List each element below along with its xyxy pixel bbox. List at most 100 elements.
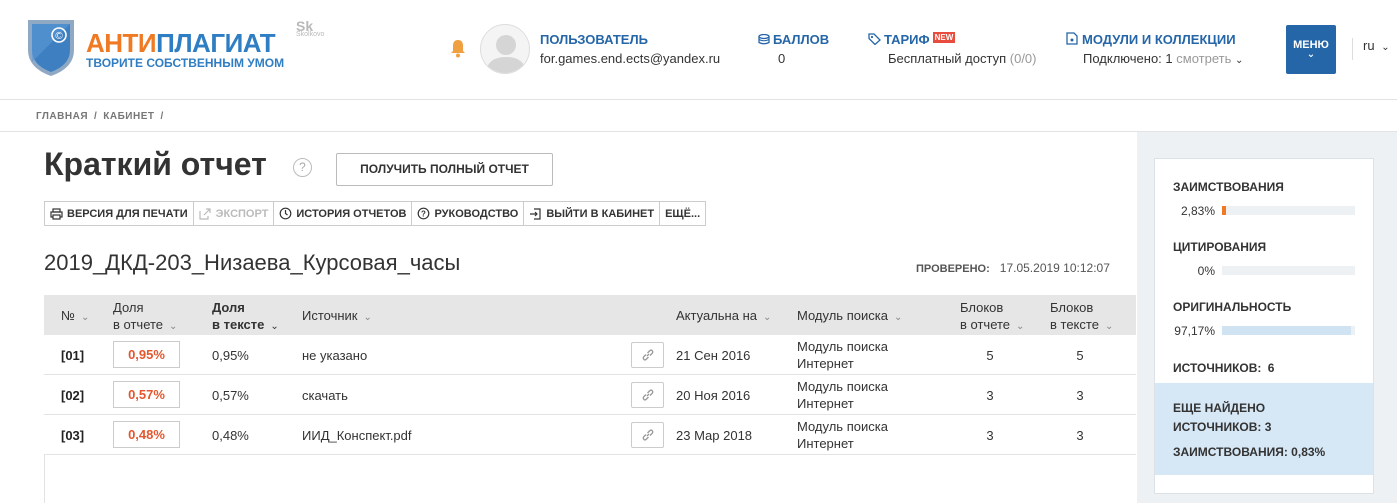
- bell-icon[interactable]: [450, 38, 466, 58]
- menu-button[interactable]: МЕНЮ ⌄: [1286, 25, 1336, 74]
- citing-percent: 0%: [1197, 264, 1215, 278]
- chevron-down-icon: ⌄: [80, 312, 90, 323]
- breadcrumb-home[interactable]: ГЛАВНАЯ: [36, 111, 88, 122]
- col-module-header[interactable]: Модуль поиска ⌄: [797, 307, 902, 326]
- citing-label: ЦИТИРОВАНИЯ: [1173, 240, 1267, 254]
- get-full-report-button[interactable]: ПОЛУЧИТЬ ПОЛНЫЙ ОТЧЕТ: [336, 153, 553, 186]
- user-label[interactable]: ПОЛЬЗОВАТЕЛЬ: [540, 32, 648, 47]
- col-actual-label: Актуальна на: [676, 308, 757, 323]
- sign-in-icon: [530, 207, 541, 220]
- modules-connected: Подключено: 1: [1083, 51, 1173, 66]
- row-date: 23 Мар 2018: [676, 428, 753, 443]
- balls-label-text: БАЛЛОВ: [773, 32, 830, 47]
- row-module: Модуль поиска Интернет: [797, 419, 888, 451]
- tarif-label[interactable]: ТАРИФ NEW: [868, 32, 956, 47]
- breadcrumb-separator: /: [160, 111, 164, 122]
- originality-bar-fill: [1222, 326, 1352, 335]
- row-source[interactable]: не указано: [302, 348, 367, 363]
- tag-icon: [868, 33, 881, 46]
- help-icon[interactable]: ?: [293, 158, 312, 177]
- row-source[interactable]: ИИД_Конспект.pdf: [302, 428, 412, 443]
- row-share-text: 0,48%: [212, 428, 249, 443]
- language-select[interactable]: ru ⌄: [1352, 38, 1390, 60]
- row-share-text: 0,57%: [212, 388, 249, 403]
- row-blocks-report: 5: [986, 348, 994, 363]
- exit-cabinet-button[interactable]: ВЫЙТИ В КАБИНЕТ: [524, 202, 661, 225]
- modules-value: Подключено: 1 смотреть ⌄: [1083, 51, 1243, 66]
- modules-view-link[interactable]: смотреть: [1176, 51, 1231, 66]
- more-button[interactable]: ЕЩЁ...: [660, 202, 705, 225]
- tarif-label-text: ТАРИФ: [884, 32, 930, 47]
- skolkovo-logo: Sk Skolkovo: [296, 18, 324, 38]
- col-actual-header[interactable]: Актуальна на ⌄: [676, 307, 771, 326]
- row-num: [03]: [61, 428, 85, 443]
- report-history-button[interactable]: ИСТОРИЯ ОТЧЕТОВ: [274, 202, 413, 225]
- brand-name-part-b: ПЛАГИАТ: [156, 28, 276, 58]
- avatar[interactable]: [480, 24, 530, 74]
- table-row[interactable]: [01] 0,95% 0,95% не указано 21 Сен 2016 …: [44, 335, 1136, 375]
- col-share-text-label-1: Доля: [212, 300, 245, 315]
- borrowing-bar-fill: [1222, 206, 1226, 215]
- chevron-down-icon: ⌄: [270, 321, 279, 332]
- chevron-down-icon: ⌄: [893, 312, 903, 323]
- col-blocks-report-header[interactable]: Блоков в отчете ⌄: [960, 299, 1024, 335]
- link-button[interactable]: [631, 342, 664, 368]
- link-icon: [642, 429, 653, 441]
- row-blocks-report: 3: [986, 388, 994, 403]
- row-share-report[interactable]: 0,48%: [113, 421, 180, 448]
- borrowing-percent: 2,83%: [1180, 204, 1215, 218]
- row-share-text: 0,95%: [212, 348, 249, 363]
- breadcrumb-cabinet[interactable]: КАБИНЕТ: [103, 111, 154, 122]
- balls-label[interactable]: БАЛЛОВ: [758, 32, 829, 47]
- modules-label-text: МОДУЛИ И КОЛЛЕКЦИИ: [1082, 32, 1236, 47]
- col-blocks-report-label-2: в отчете: [960, 317, 1011, 332]
- export-button[interactable]: ЭКСПОРТ: [194, 202, 275, 225]
- checked-label: ПРОВЕРЕНО:: [916, 263, 990, 275]
- col-share-report-header[interactable]: Доля в отчете ⌄: [113, 299, 177, 335]
- row-num: [01]: [61, 348, 85, 363]
- row-module: Модуль поиска Интернет: [797, 339, 888, 371]
- borrowing-bar: [1222, 206, 1355, 215]
- table-row[interactable]: [03] 0,48% 0,48% ИИД_Конспект.pdf 23 Мар…: [44, 415, 1136, 455]
- col-source-label: Источник: [302, 308, 358, 323]
- row-num: [02]: [61, 388, 85, 403]
- col-blocks-text-header[interactable]: Блоков в тексте ⌄: [1050, 299, 1113, 335]
- row-share-report[interactable]: 0,57%: [113, 381, 180, 408]
- row-source[interactable]: скачать: [302, 388, 348, 403]
- chevron-down-icon: ⌄: [1016, 321, 1025, 332]
- link-button[interactable]: [631, 422, 664, 448]
- more-sources-found: ЕЩЕ НАЙДЕНО ИСТОЧНИКОВ: 3: [1173, 401, 1272, 434]
- row-share-report[interactable]: 0,95%: [113, 341, 180, 368]
- table-row[interactable]: [02] 0,57% 0,57% скачать 20 Ноя 2016 Мод…: [44, 375, 1136, 415]
- clock-icon: [279, 207, 292, 220]
- modules-label[interactable]: МОДУЛИ И КОЛЛЕКЦИИ: [1066, 32, 1236, 47]
- checked-info: ПРОВЕРЕНО: 17.05.2019 10:12:07: [916, 261, 1110, 275]
- table-header: № ⌄ Доля в отчете ⌄ Доля в тексте ⌄ Источни…: [44, 295, 1136, 335]
- page-title: Краткий отчет: [44, 146, 267, 182]
- question-icon: ?: [418, 207, 430, 220]
- shield-logo-icon[interactable]: ©: [26, 16, 76, 78]
- col-num-header[interactable]: № ⌄: [61, 307, 89, 326]
- col-source-header[interactable]: Источник ⌄: [302, 307, 372, 326]
- report-toolbar: ВЕРСИЯ ДЛЯ ПЕЧАТИ ЭКСПОРТ ИСТОРИЯ ОТЧЕТО…: [44, 201, 707, 226]
- print-version-button[interactable]: ВЕРСИЯ ДЛЯ ПЕЧАТИ: [45, 202, 194, 225]
- more-sources-panel[interactable]: ЕЩЕ НАЙДЕНО ИСТОЧНИКОВ: 3 ЗАИМСТВОВАНИЯ:…: [1155, 383, 1373, 475]
- col-num-label: №: [61, 308, 75, 323]
- col-share-report-label-1: Доля: [113, 300, 144, 315]
- exit-cabinet-label: ВЫЙТИ В КАБИНЕТ: [546, 207, 655, 220]
- brand-name[interactable]: АНТИПЛАГИАТ: [86, 28, 276, 59]
- shield-symbol: ©: [55, 31, 63, 42]
- brand-name-part-a: АНТИ: [86, 28, 157, 58]
- breadcrumb-separator: /: [94, 111, 98, 122]
- more-borrowing: ЗАИМСТВОВАНИЯ: 0,83%: [1173, 445, 1326, 459]
- col-blocks-text-label-1: Блоков: [1050, 300, 1094, 315]
- tarif-value: Бесплатный доступ (0/0): [888, 51, 1037, 66]
- col-share-report-label-2: в отчете: [113, 317, 164, 332]
- link-button[interactable]: [631, 382, 664, 408]
- breadcrumb: ГЛАВНАЯ / КАБИНЕТ /: [36, 111, 170, 122]
- user-email: for.games.end.ects@yandex.ru: [540, 51, 721, 66]
- tarif-value-text: Бесплатный доступ: [888, 51, 1007, 66]
- col-share-text-header[interactable]: Доля в тексте ⌄: [212, 299, 279, 335]
- guide-button[interactable]: ? РУКОВОДСТВО: [412, 202, 525, 225]
- svg-text:?: ?: [422, 210, 427, 219]
